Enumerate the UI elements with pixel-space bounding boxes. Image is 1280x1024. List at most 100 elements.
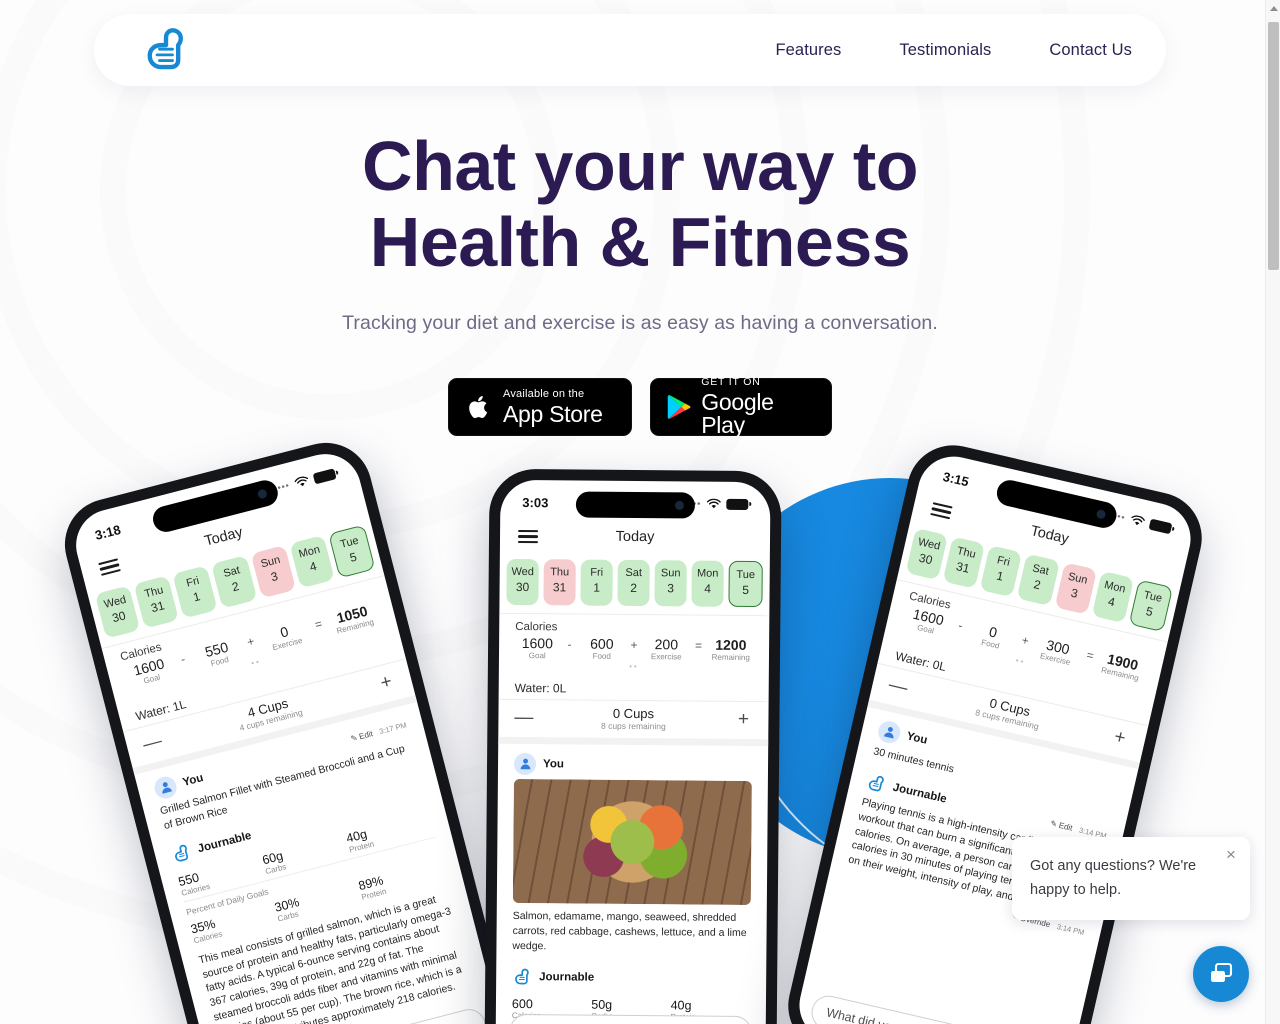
google-play-button[interactable]: GET IT ON Google Play xyxy=(650,376,832,436)
day-chip[interactable]: Sat 2 xyxy=(617,559,650,606)
day-num: 2 xyxy=(230,578,241,595)
day-chip[interactable]: Sat 2 xyxy=(211,555,257,609)
day-num: 31 xyxy=(954,558,972,576)
landing-page: Features Testimonials Contact Us Chat yo… xyxy=(0,0,1280,1024)
app-store-label: Available on the App Store xyxy=(503,388,603,427)
day-chip[interactable]: Wed 30 xyxy=(905,527,949,580)
day-num: 2 xyxy=(630,580,637,595)
day-dow: Sun xyxy=(259,553,282,571)
user-icon xyxy=(520,758,530,770)
day-chip[interactable]: Thu 31 xyxy=(133,575,180,629)
day-num: 5 xyxy=(1144,603,1155,619)
page-scrollbar[interactable] xyxy=(1265,0,1280,1024)
day-chip[interactable]: Fri 1 xyxy=(580,559,613,606)
day-chip[interactable]: Fri 1 xyxy=(979,545,1023,598)
day-dow: Tue xyxy=(339,534,360,551)
logo-link[interactable] xyxy=(140,24,192,76)
app-title-center: Today xyxy=(615,529,655,546)
calories-section-center: Calories 1600 Goal - 600 Food + 200 Exercis… xyxy=(498,612,770,677)
scrollbar-thumb[interactable] xyxy=(1268,22,1279,270)
carousel-dots-center[interactable]: •• xyxy=(515,661,753,672)
bot-time-right: 3:14 PM xyxy=(1055,922,1086,938)
app-store-button[interactable]: Available on the App Store xyxy=(448,378,632,436)
day-chip[interactable]: Mon 4 xyxy=(691,560,724,607)
day-chip[interactable]: Sat 2 xyxy=(1017,553,1060,606)
day-chip-selected[interactable]: Tue 5 xyxy=(327,524,376,579)
bot-name-right: Journable xyxy=(891,781,948,806)
day-num: 2 xyxy=(1032,576,1043,592)
chat-bubbles-icon xyxy=(1211,962,1233,982)
google-play-small-label: GET IT ON xyxy=(701,376,761,389)
nav-item-testimonials[interactable]: Testimonials xyxy=(899,41,991,60)
wifi-icon xyxy=(706,498,721,508)
day-chip[interactable]: Sun 3 xyxy=(1054,562,1097,615)
calories-label-center: Calories xyxy=(515,620,558,634)
app-store-big-label: App Store xyxy=(503,400,603,427)
operator-minus: - xyxy=(567,637,572,652)
day-chip[interactable]: Wed 30 xyxy=(506,558,539,605)
edit-button-left[interactable]: ✎ Edit xyxy=(350,729,374,743)
apple-icon xyxy=(469,396,488,419)
journable-heart-note-icon xyxy=(175,844,188,862)
hero-title-line-1: Chat your way to xyxy=(362,127,918,205)
water-decrement-button[interactable]: — xyxy=(514,707,533,728)
composer-placeholder-right: What did you eat or exercise? xyxy=(825,1005,989,1024)
day-dow: Sun xyxy=(660,567,681,580)
day-chip[interactable]: Sun 3 xyxy=(250,545,296,599)
battery-icon xyxy=(1148,518,1173,534)
battery-icon xyxy=(312,467,337,484)
day-dow: Sat xyxy=(222,564,242,580)
nav-item-features[interactable]: Features xyxy=(775,41,841,60)
water-increment-button[interactable]: + xyxy=(734,709,752,730)
day-chip[interactable]: Thu 31 xyxy=(543,559,576,606)
calories-exercise-center: 200 Exercise xyxy=(650,635,682,662)
store-badges: Available on the App Store GET IT ON Goo… xyxy=(0,376,1280,436)
avatar xyxy=(152,773,179,801)
water-row-center: — 0 Cups 8 cups remaining + xyxy=(498,698,769,739)
day-num: 4 xyxy=(704,581,711,596)
day-dow: Sat xyxy=(1031,562,1050,578)
status-time-center: 3:03 xyxy=(522,494,549,510)
day-chip[interactable]: Mon 4 xyxy=(289,535,335,589)
day-dow: Mon xyxy=(696,567,719,580)
day-dow: Mon xyxy=(1103,578,1127,596)
message-input-center[interactable]: What did you eat or exercise? xyxy=(509,1013,752,1024)
calories-food-center: 600 Food xyxy=(590,635,614,661)
water-increment-button[interactable]: + xyxy=(1109,726,1131,749)
page-title: Chat your way to Health & Fitness xyxy=(0,128,1280,280)
wifi-icon xyxy=(1131,514,1145,525)
message-input-right[interactable]: What did you eat or exercise? xyxy=(808,992,1060,1024)
day-chip[interactable]: Thu 31 xyxy=(942,536,986,589)
user-icon xyxy=(162,782,172,795)
day-chip[interactable]: Sun 3 xyxy=(654,560,687,607)
close-icon[interactable]: × xyxy=(1222,846,1240,864)
water-increment-button[interactable]: + xyxy=(375,671,397,694)
status-time-left: 3:18 xyxy=(93,521,123,543)
day-dow: Fri xyxy=(995,554,1012,569)
day-num: 1 xyxy=(995,568,1005,584)
day-num: 1 xyxy=(191,588,202,605)
day-chip-selected[interactable]: Tue 5 xyxy=(728,560,763,607)
day-num: 5 xyxy=(742,582,749,597)
edit-button-right[interactable]: ✎ Edit xyxy=(1049,819,1073,833)
chat-entry-user-center: You Salmon, edamame, mango, seaweed, shr… xyxy=(496,744,768,960)
journable-heart-note-icon xyxy=(868,775,884,792)
entry-text-center: Salmon, edamame, mango, seaweed, shredde… xyxy=(512,909,747,952)
day-chip[interactable]: Fri 1 xyxy=(172,565,219,619)
day-dow: Fri xyxy=(185,574,201,590)
nav-item-contact-us[interactable]: Contact Us xyxy=(1049,41,1132,60)
water-cups-value-center: 0 Cups xyxy=(612,705,655,721)
calories-remaining-center: 1200 Remaining xyxy=(711,636,750,662)
operator-plus: + xyxy=(630,637,638,652)
chat-launcher-button[interactable] xyxy=(1193,946,1249,1002)
day-dow: Sun xyxy=(1066,570,1089,587)
day-strip-center: Wed 30 Thu 31 Fri 1 Sat 2 Sun 3 Mon 4 Tue 5 xyxy=(499,555,769,615)
day-chip-selected[interactable]: Tue 5 xyxy=(1128,579,1174,632)
phone-notch-center xyxy=(575,491,695,519)
day-chip[interactable]: Mon 4 xyxy=(1091,570,1134,623)
avatar xyxy=(513,752,537,775)
bot-name-center: Journable xyxy=(539,970,595,984)
chat-greeting-message: Got any questions? We're happy to help. xyxy=(1030,858,1197,898)
scroll-up-arrow-icon[interactable] xyxy=(1270,6,1278,11)
day-chip[interactable]: Wed 30 xyxy=(94,585,141,639)
